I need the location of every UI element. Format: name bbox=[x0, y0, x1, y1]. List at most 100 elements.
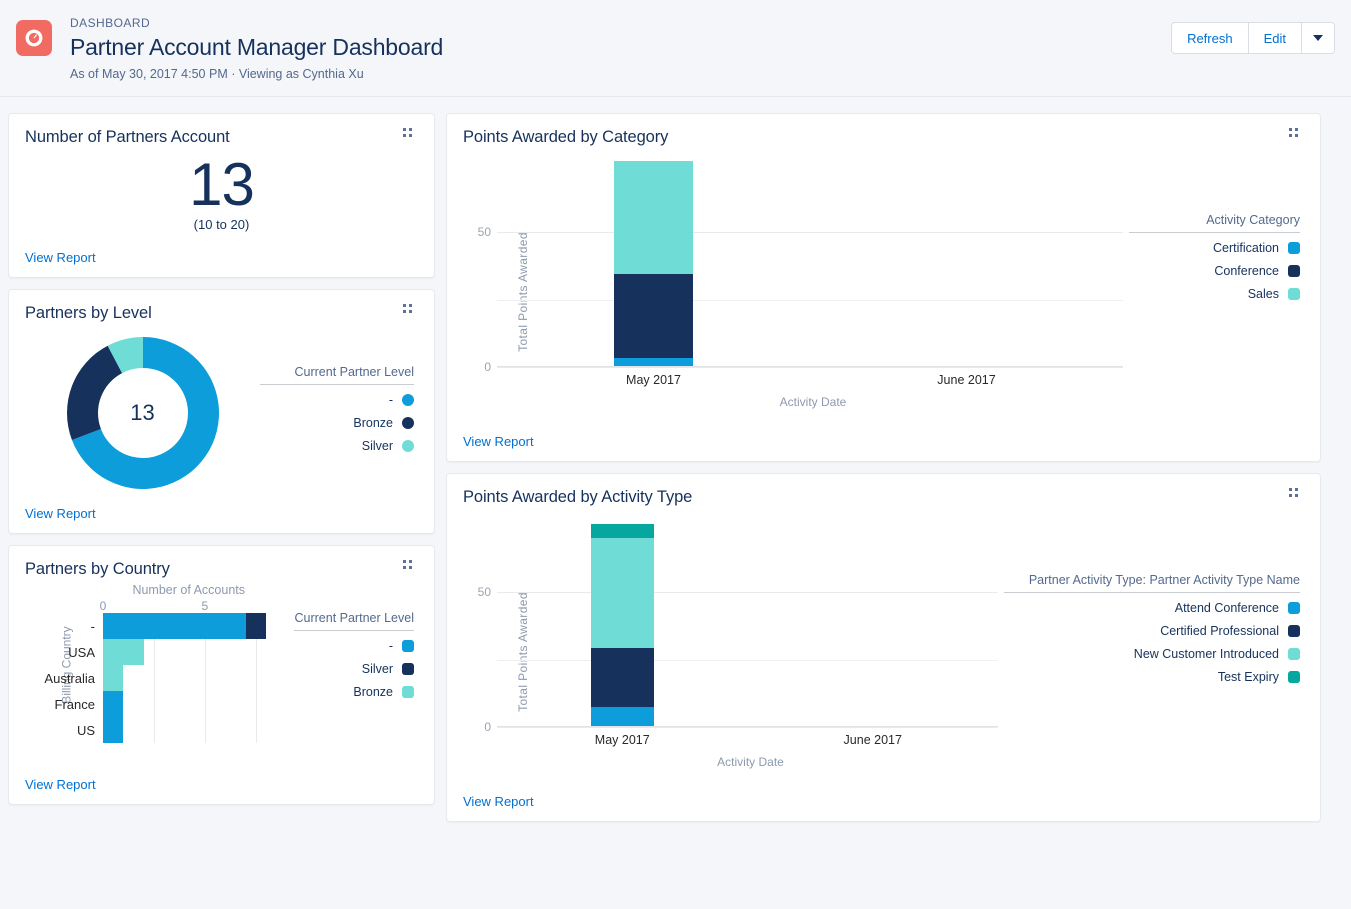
more-actions-button[interactable] bbox=[1302, 23, 1334, 53]
legend-item[interactable]: Conference bbox=[1129, 264, 1300, 278]
legend-items: Attend Conference Certified Professional N… bbox=[1004, 601, 1300, 684]
legend-item[interactable]: Test Expiry bbox=[1004, 670, 1300, 684]
bar-segment[interactable] bbox=[246, 613, 266, 639]
bar-segment[interactable] bbox=[103, 639, 144, 665]
view-report-link[interactable]: View Report bbox=[463, 794, 534, 809]
legend-title: Partner Activity Type: Partner Activity … bbox=[1004, 573, 1300, 593]
view-report-link[interactable]: View Report bbox=[25, 506, 96, 521]
legend-item[interactable]: Sales bbox=[1129, 287, 1300, 301]
bar-row-label: US bbox=[77, 723, 103, 738]
x-axis-tick: 5 bbox=[202, 599, 209, 613]
bar-row[interactable]: Australia bbox=[103, 665, 294, 691]
widget-title: Partners by Level bbox=[25, 304, 418, 323]
bar-row-label: Australia bbox=[44, 671, 103, 686]
chevron-down-icon bbox=[1313, 35, 1323, 41]
x-axis-tick: May 2017 bbox=[626, 373, 681, 387]
gridline bbox=[497, 300, 1123, 301]
legend-color-swatch bbox=[1288, 602, 1300, 614]
legend-item[interactable]: Silver bbox=[294, 662, 414, 676]
bar-rows: -USAAustraliaFranceUS bbox=[103, 613, 294, 743]
bar-segment[interactable] bbox=[103, 665, 123, 691]
column-chart[interactable]: Total Points Awarded 050 May 2017June 20… bbox=[463, 157, 1129, 427]
widget-footer: View Report bbox=[25, 770, 418, 794]
legend-item[interactable]: Certification bbox=[1129, 241, 1300, 255]
legend-partners-by-country: Current Partner Level -SilverBronze bbox=[294, 583, 418, 770]
metric-range: (10 to 20) bbox=[194, 217, 250, 232]
legend-item[interactable]: Bronze bbox=[294, 685, 414, 699]
country-chart-body: Number of Accounts Billing Country 05 -U… bbox=[25, 579, 418, 770]
legend-title: Current Partner Level bbox=[260, 365, 414, 385]
stacked-column[interactable] bbox=[591, 524, 654, 726]
bar-row-label: - bbox=[91, 619, 103, 634]
breadcrumb: DASHBOARD bbox=[70, 16, 443, 30]
widget-points-awarded-by-activity-type: Points Awarded by Activity Type Total Po… bbox=[446, 473, 1321, 822]
legend-item-label: Bronze bbox=[353, 685, 393, 699]
donut-chart[interactable]: 13 bbox=[25, 329, 260, 497]
column-segment[interactable] bbox=[591, 524, 654, 537]
bar-segment[interactable] bbox=[103, 717, 123, 743]
legend-item[interactable]: - bbox=[294, 639, 414, 653]
legend-item[interactable]: - bbox=[260, 393, 414, 407]
bar-row[interactable]: US bbox=[103, 717, 294, 743]
bar-track bbox=[103, 691, 123, 717]
column-segment[interactable] bbox=[591, 538, 654, 648]
legend-item[interactable]: Silver bbox=[260, 439, 414, 453]
legend-items: - Silver Bronze bbox=[294, 639, 414, 699]
legend-items: - Bronze Silver bbox=[260, 393, 414, 453]
stacked-column[interactable] bbox=[614, 161, 693, 366]
dashboard-app-logo bbox=[16, 20, 52, 56]
legend-title: Activity Category bbox=[1129, 213, 1300, 233]
column-segment[interactable] bbox=[591, 707, 654, 726]
legend-item[interactable]: Certified Professional bbox=[1004, 624, 1300, 638]
expand-icon[interactable] bbox=[1288, 128, 1306, 146]
x-axis-title: Activity Date bbox=[497, 395, 1129, 409]
view-report-link[interactable]: View Report bbox=[463, 434, 534, 449]
horizontal-bar-chart[interactable]: Number of Accounts Billing Country 05 -U… bbox=[25, 583, 294, 770]
bar-segment[interactable] bbox=[103, 613, 246, 639]
legend-color-swatch bbox=[402, 663, 414, 675]
donut-slice[interactable] bbox=[66, 346, 121, 440]
plot-area: 050 bbox=[497, 157, 1123, 367]
bar-row[interactable]: USA bbox=[103, 639, 294, 665]
activity-chart-body: Total Points Awarded 050 May 2017June 20… bbox=[463, 507, 1304, 787]
bar-row[interactable]: - bbox=[103, 613, 294, 639]
hbar-plot-area: Billing Country 05 -USAAustraliaFranceUS bbox=[25, 599, 294, 743]
dashboard-page: DASHBOARD Partner Account Manager Dashbo… bbox=[0, 0, 1351, 909]
legend-partners-by-level: Current Partner Level - Bronze Silver bbox=[260, 365, 418, 462]
dashboard-status-text: As of May 30, 2017 4:50 PM · Viewing as … bbox=[70, 67, 443, 81]
refresh-button[interactable]: Refresh bbox=[1172, 23, 1249, 53]
widget-points-awarded-by-category: Points Awarded by Category Total Points … bbox=[446, 113, 1321, 462]
expand-icon[interactable] bbox=[402, 304, 420, 322]
column-chart[interactable]: Total Points Awarded 050 May 2017June 20… bbox=[463, 517, 1004, 787]
widget-title: Points Awarded by Activity Type bbox=[463, 488, 1304, 507]
bar-segment[interactable] bbox=[103, 691, 123, 717]
column-segment[interactable] bbox=[614, 161, 693, 274]
legend-item[interactable]: New Customer Introduced bbox=[1004, 647, 1300, 661]
widget-footer: View Report bbox=[25, 243, 418, 267]
view-report-link[interactable]: View Report bbox=[25, 250, 96, 265]
dashboard-column-left: Number of Partners Account 13 (10 to 20)… bbox=[8, 113, 435, 805]
column-segment[interactable] bbox=[614, 358, 693, 366]
edit-button[interactable]: Edit bbox=[1249, 23, 1302, 53]
view-report-link[interactable]: View Report bbox=[25, 777, 96, 792]
y-axis-tick: 50 bbox=[478, 585, 491, 599]
gridline bbox=[497, 660, 998, 661]
expand-icon[interactable] bbox=[402, 560, 420, 578]
legend-color-swatch bbox=[1288, 625, 1300, 637]
expand-icon[interactable] bbox=[1288, 488, 1306, 506]
legend-item[interactable]: Attend Conference bbox=[1004, 601, 1300, 615]
gauge-icon bbox=[23, 27, 45, 49]
column-segment[interactable] bbox=[614, 274, 693, 357]
legend-item-label: Certification bbox=[1213, 241, 1279, 255]
x-axis-title: Number of Accounts bbox=[25, 583, 294, 597]
legend-color-swatch bbox=[1288, 265, 1300, 277]
legend-color-swatch bbox=[1288, 648, 1300, 660]
legend-item-label: - bbox=[389, 639, 393, 653]
expand-icon[interactable] bbox=[402, 128, 420, 146]
metric-display: 13 (10 to 20) bbox=[25, 143, 418, 243]
bar-row[interactable]: France bbox=[103, 691, 294, 717]
widget-title: Partners by Country bbox=[25, 560, 418, 579]
legend-item[interactable]: Bronze bbox=[260, 416, 414, 430]
column-segment[interactable] bbox=[591, 648, 654, 707]
dashboard-column-right: Points Awarded by Category Total Points … bbox=[446, 113, 1321, 822]
